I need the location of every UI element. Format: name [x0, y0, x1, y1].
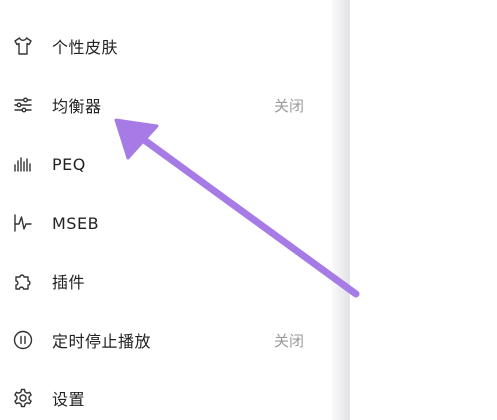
waveform-icon: [12, 153, 34, 175]
sleep-timer-status: 关闭: [273, 331, 304, 350]
menu-item-equalizer[interactable]: 均衡器 关闭: [0, 83, 332, 127]
equalizer-status: 关闭: [273, 96, 304, 115]
menu-item-settings[interactable]: 设置: [0, 376, 332, 420]
menu-label-plugins: 插件: [52, 273, 86, 292]
drawer-edge-shadow: [332, 0, 350, 420]
menu-item-sleep-timer[interactable]: 定时停止播放 关闭: [0, 318, 332, 362]
menu-label-settings: 设置: [52, 390, 86, 409]
menu-item-mseb[interactable]: MSEB: [0, 201, 332, 245]
menu-item-skin[interactable]: 个性皮肤: [0, 24, 332, 68]
menu-label-equalizer: 均衡器: [52, 97, 102, 116]
menu-label-skin: 个性皮肤: [52, 38, 119, 57]
pause-circle-icon: [12, 329, 34, 351]
menu-item-peq[interactable]: PEQ: [0, 142, 332, 186]
tshirt-icon: [12, 35, 34, 57]
gear-icon: [12, 387, 34, 409]
menu-item-plugins[interactable]: 插件: [0, 259, 332, 303]
menu-label-sleep-timer: 定时停止播放: [52, 332, 152, 351]
menu-label-mseb: MSEB: [52, 213, 100, 233]
main-content-area: [350, 0, 497, 420]
side-drawer: 个性皮肤 均衡器 关闭 PEQ MSEB 插件 定时停止播放 关闭 设置: [0, 0, 332, 420]
menu-label-peq: PEQ: [52, 154, 86, 174]
screen: 个性皮肤 均衡器 关闭 PEQ MSEB 插件 定时停止播放 关闭 设置: [0, 0, 497, 420]
puzzle-icon: [12, 270, 34, 292]
sliders-icon: [12, 94, 34, 116]
pulse-icon: [12, 212, 34, 234]
